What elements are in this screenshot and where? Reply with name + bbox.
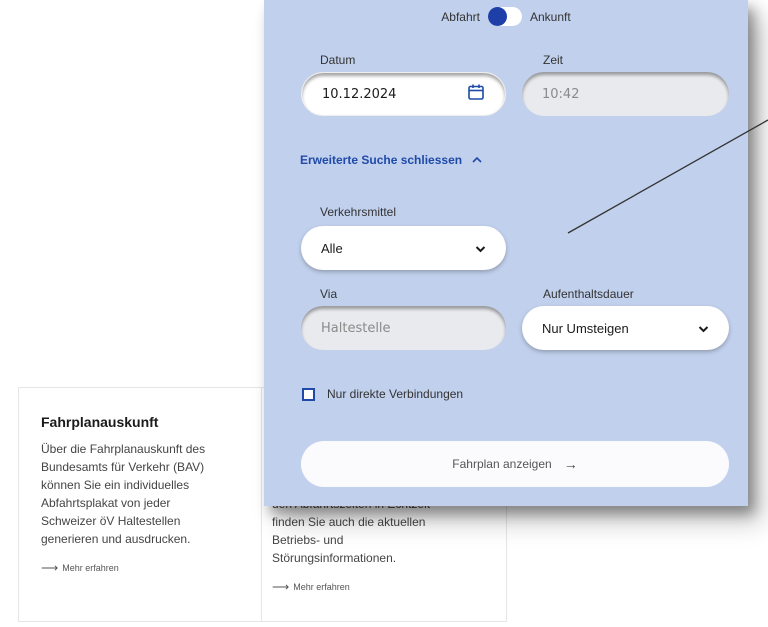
more-link[interactable]: ⟶ Mehr erfahren bbox=[272, 580, 488, 594]
timetable-search-panel: Abfahrt Ankunft Datum 10.12.2024 Zeit 10… bbox=[264, 0, 748, 506]
arrow-right-icon: ⟶ bbox=[41, 561, 59, 575]
via-label: Via bbox=[320, 287, 338, 301]
info-card-fahrplanauskunft: Fahrplanauskunft Über die Fahrplanauskun… bbox=[18, 387, 262, 622]
card-body: Über die Fahrplanauskunft des Bundesamts… bbox=[41, 440, 241, 548]
departure-arrival-switch: Abfahrt Ankunft bbox=[264, 7, 748, 26]
card-body-line: Störungsinformationen. bbox=[272, 551, 397, 565]
via-input[interactable]: Haltestelle bbox=[301, 306, 506, 350]
transport-select[interactable]: Alle bbox=[301, 226, 506, 270]
chevron-up-icon bbox=[472, 153, 482, 167]
date-value: 10.12.2024 bbox=[322, 86, 397, 102]
arrow-right-icon: ⟶ bbox=[272, 580, 290, 594]
time-label: Zeit bbox=[543, 53, 564, 67]
toggle-knob bbox=[488, 7, 507, 26]
time-field[interactable]: 10:42 bbox=[522, 72, 729, 116]
card-body-line: Betriebs- und bbox=[272, 533, 344, 547]
card-title: Fahrplanauskunft bbox=[41, 414, 159, 430]
more-link-label: Mehr erfahren bbox=[293, 582, 350, 592]
advanced-search-toggle[interactable]: Erweiterte Suche schliessen bbox=[300, 153, 482, 167]
via-placeholder: Haltestelle bbox=[321, 320, 391, 336]
direct-connections-option: Nur direkte Verbindungen bbox=[302, 387, 463, 401]
date-label: Datum bbox=[320, 53, 356, 67]
show-timetable-button[interactable]: Fahrplan anzeigen → bbox=[301, 441, 729, 487]
departure-arrival-toggle[interactable] bbox=[488, 7, 522, 26]
toggle-label-arrival: Ankunft bbox=[530, 9, 571, 24]
toggle-label-departure: Abfahrt bbox=[441, 9, 480, 24]
stay-duration-select[interactable]: Nur Umsteigen bbox=[522, 306, 729, 350]
card-body-line: Über die Fahrplanauskunft des bbox=[41, 442, 206, 456]
calendar-icon[interactable] bbox=[467, 83, 485, 105]
submit-label: Fahrplan anzeigen bbox=[452, 457, 552, 471]
more-link-label: Mehr erfahren bbox=[62, 563, 119, 573]
card-body-line: können Sie ein individuelles bbox=[41, 478, 190, 492]
card-body-line: generieren und ausdrucken. bbox=[41, 532, 191, 546]
card-body-line: Bundesamts für Verkehr (BAV) bbox=[41, 460, 205, 474]
page: Fahrplanauskunft Über die Fahrplanauskun… bbox=[0, 0, 768, 627]
card-body-line: finden Sie auch die aktuellen bbox=[272, 515, 426, 529]
time-value: 10:42 bbox=[542, 86, 580, 102]
advanced-search-label: Erweiterte Suche schliessen bbox=[300, 153, 463, 167]
stay-duration-value: Nur Umsteigen bbox=[542, 320, 629, 336]
card-body-line: Abfahrtsplakat von jeder bbox=[41, 496, 171, 510]
arrow-right-icon: → bbox=[563, 456, 578, 472]
transport-label: Verkehrsmittel bbox=[320, 205, 397, 219]
date-field[interactable]: 10.12.2024 bbox=[301, 72, 506, 116]
direct-connections-checkbox[interactable] bbox=[302, 387, 315, 401]
stay-duration-label: Aufenthaltsdauer bbox=[543, 287, 634, 301]
transport-value: Alle bbox=[321, 240, 343, 256]
chevron-down-icon bbox=[475, 241, 486, 256]
more-link[interactable]: ⟶ Mehr erfahren bbox=[41, 561, 241, 575]
card-body: finden Sie auch die aktuellen Betriebs- … bbox=[272, 513, 488, 567]
direct-connections-label: Nur direkte Verbindungen bbox=[327, 387, 464, 401]
card-body-line: Schweizer öV Haltestellen bbox=[41, 514, 181, 528]
chevron-down-icon bbox=[698, 321, 709, 336]
